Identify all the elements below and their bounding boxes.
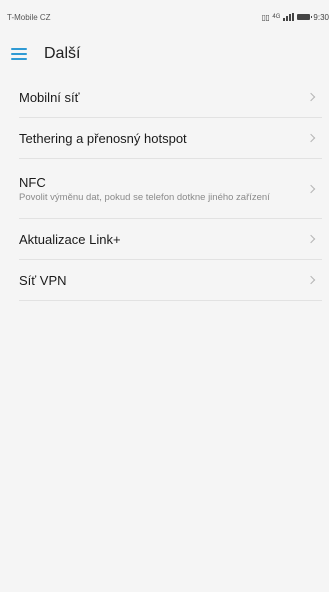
item-text: Síť VPN [19,273,67,288]
settings-item-vpn[interactable]: Síť VPN [19,260,322,301]
screen: T-Mobile CZ ▯▯ 4G 9:30 Další Mobilní síť… [0,0,329,592]
chevron-right-icon [306,184,316,193]
carrier-name: T-Mobile CZ [7,12,51,22]
chevron-right-icon [306,133,316,143]
settings-item-link-plus-update[interactable]: Aktualizace Link+ [19,219,322,260]
settings-item-tethering-hotspot[interactable]: Tethering a přenosný hotspot [19,118,322,159]
item-text: Tethering a přenosný hotspot [19,131,187,146]
item-text: NFC Povolit výměnu dat, pokud se telefon… [19,175,299,203]
battery-icon [297,14,313,20]
clock-time: 9:30 [313,12,329,22]
item-text: Mobilní síť [19,90,80,105]
page-title: Další [44,45,81,62]
chevron-right-icon [306,234,316,244]
status-bar: T-Mobile CZ ▯▯ 4G 9:30 [0,0,329,34]
item-title: Tethering a přenosný hotspot [19,130,187,146]
chevron-right-icon [306,275,316,285]
item-subtitle: Povolit výměnu dat, pokud se telefon dot… [19,191,270,203]
item-title: Mobilní síť [19,89,80,105]
item-text: Aktualizace Link+ [19,232,121,247]
settings-list: Mobilní síť Tethering a přenosný hotspot… [0,77,329,301]
sim-icon: ▯▯ [261,12,270,22]
app-header: Další [0,34,329,74]
status-icons: ▯▯ 4G 9:30 [262,13,329,22]
network-type: 4G [272,14,281,20]
item-title: NFC [19,174,46,190]
item-title: Aktualizace Link+ [19,231,121,247]
settings-item-nfc[interactable]: NFC Povolit výměnu dat, pokud se telefon… [19,159,322,219]
signal-icon [283,13,295,21]
chevron-right-icon [306,92,316,102]
hamburger-menu-icon[interactable] [11,48,27,60]
item-title: Síť VPN [19,272,67,288]
settings-item-mobile-network[interactable]: Mobilní síť [19,77,322,118]
